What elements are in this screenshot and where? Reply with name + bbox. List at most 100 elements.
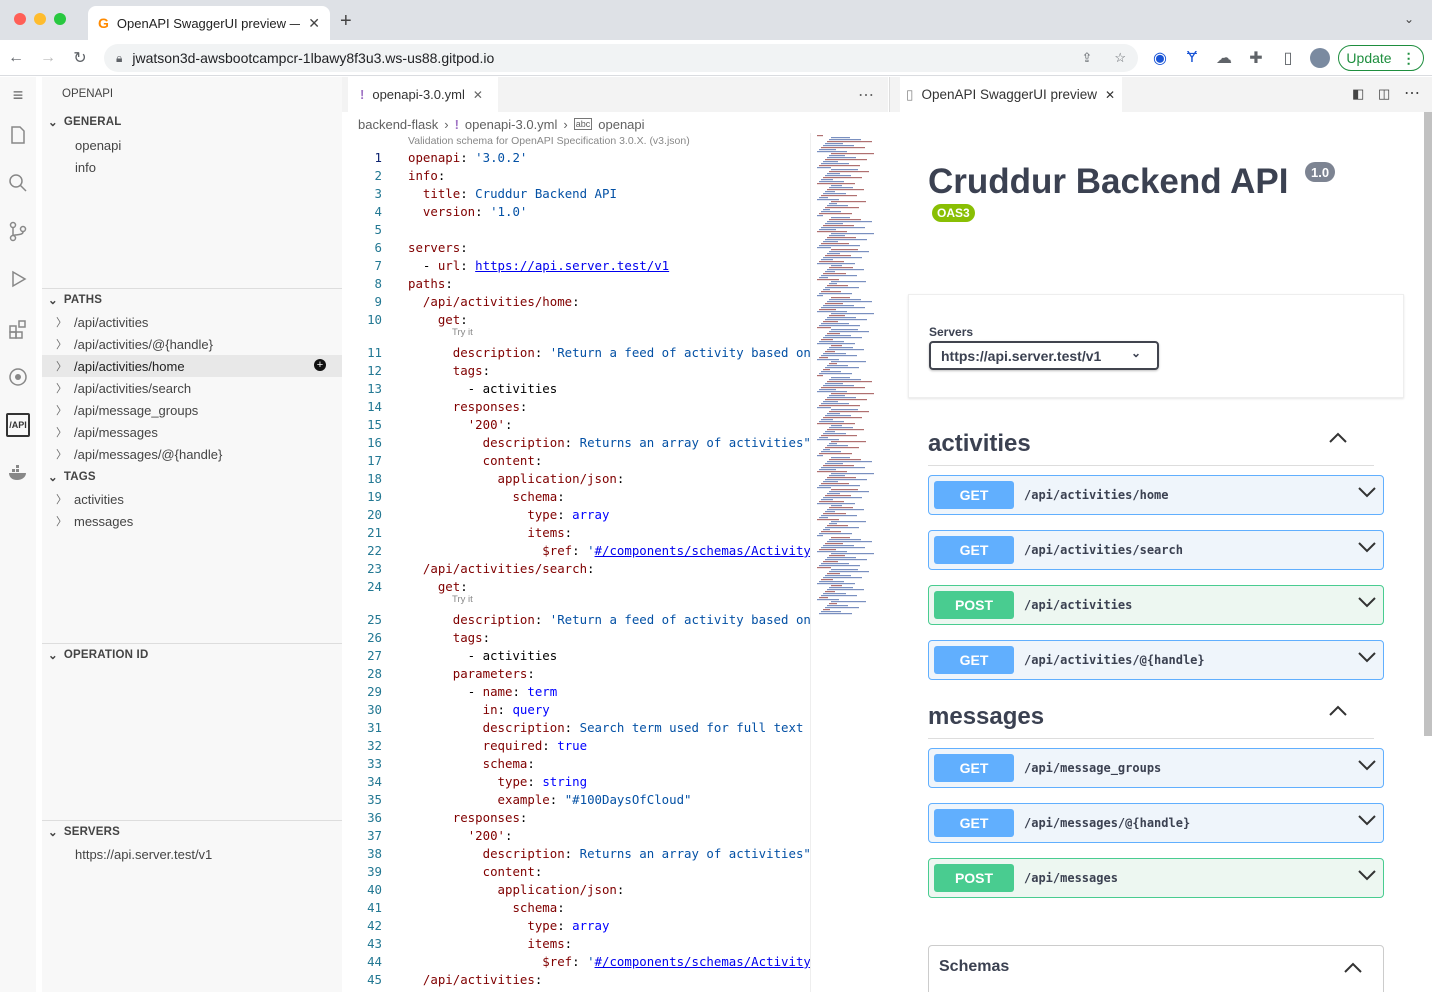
code-line[interactable]: 12 tags: xyxy=(342,362,810,380)
breadcrumb-item[interactable]: openapi-3.0.yml xyxy=(465,117,558,132)
code-line[interactable]: 30 in: query xyxy=(342,701,810,719)
path-item[interactable]: 〉 /api/activities/@{handle} xyxy=(42,333,342,355)
code-line[interactable]: 1 openapi: '3.0.2' xyxy=(342,149,810,167)
operation-get[interactable]: GET/api/activities/home xyxy=(928,475,1384,515)
split-editor-icon[interactable]: ◫ xyxy=(1378,86,1390,102)
code-line[interactable]: 31 description: Search term used for ful… xyxy=(342,719,810,737)
code-line[interactable]: 2 info: xyxy=(342,167,810,185)
code-line[interactable]: 36 responses: xyxy=(342,809,810,827)
menu-icon[interactable]: ≡ xyxy=(6,83,30,107)
code-line[interactable]: 21 items: xyxy=(342,524,810,542)
code-line[interactable]: 18 application/json: xyxy=(342,470,810,488)
close-window-button[interactable] xyxy=(14,13,26,25)
code-line[interactable]: 38 description: Returns an array of acti… xyxy=(342,845,810,863)
code-line[interactable]: 13 - activities xyxy=(342,380,810,398)
close-icon[interactable]: ✕ xyxy=(473,88,483,102)
code-line[interactable]: 8 paths: xyxy=(342,275,810,293)
code-line[interactable]: 4 version: '1.0' xyxy=(342,203,810,221)
tree-item-info[interactable]: info xyxy=(42,156,342,178)
code-line[interactable]: 9 /api/activities/home: xyxy=(342,293,810,311)
chevron-down-icon[interactable] xyxy=(1357,814,1377,829)
code-line[interactable]: 33 schema: xyxy=(342,755,810,773)
share-icon[interactable]: ⇪ xyxy=(1081,50,1092,66)
code-line[interactable]: 19 schema: xyxy=(342,488,810,506)
code-line[interactable]: 43 items: xyxy=(342,935,810,953)
tag-item[interactable]: 〉 messages xyxy=(42,510,342,532)
section-tags[interactable]: ⌄ TAGS xyxy=(42,466,342,488)
operation-post[interactable]: POST/api/activities xyxy=(928,585,1384,625)
minimap[interactable] xyxy=(810,133,876,992)
tag-section-messages[interactable]: messages xyxy=(928,695,1374,739)
section-operation-id[interactable]: ⌄ OPERATION ID xyxy=(42,644,342,666)
code-line[interactable]: 3 title: Cruddur Backend API xyxy=(342,185,810,203)
codelens-schema[interactable]: Validation schema for OpenAPI Specificat… xyxy=(408,135,690,147)
chevron-down-icon[interactable] xyxy=(1357,541,1377,556)
password-manager-icon[interactable]: ◉ xyxy=(1150,48,1170,68)
operation-get[interactable]: GET/api/messages/@{handle} xyxy=(928,803,1384,843)
add-icon[interactable]: + xyxy=(314,359,326,371)
code-line[interactable]: 44 $ref: '#/components/schemas/Activity' xyxy=(342,953,810,971)
schemas-section[interactable]: Schemas xyxy=(928,945,1384,992)
code-line[interactable]: 45 /api/activities: xyxy=(342,971,810,989)
code-line[interactable]: 15 '200': xyxy=(342,416,810,434)
code-line[interactable]: 16 description: Returns an array of acti… xyxy=(342,434,810,452)
code-lines[interactable]: 1 openapi: '3.0.2' 2 info: 3 title: Cruddur … xyxy=(342,149,810,992)
code-line[interactable]: 20 type: array xyxy=(342,506,810,524)
github-icon[interactable] xyxy=(6,365,30,389)
files-icon[interactable] xyxy=(6,123,30,147)
close-icon[interactable]: ✕ xyxy=(308,15,320,32)
new-tab-button[interactable]: + xyxy=(340,10,352,33)
more-actions-icon[interactable]: ⋯ xyxy=(858,85,874,105)
try-it-codelens[interactable]: Try it xyxy=(452,327,473,338)
code-line[interactable]: 11 description: 'Return a feed of activi… xyxy=(342,344,810,362)
breadcrumb-item[interactable]: openapi xyxy=(598,117,644,132)
close-icon[interactable]: ✕ xyxy=(1105,88,1115,102)
path-item[interactable]: 〉 /api/message_groups xyxy=(42,399,342,421)
openapi-icon[interactable]: /API xyxy=(6,413,30,437)
back-icon[interactable]: ← xyxy=(6,48,26,68)
operation-get[interactable]: GET/api/message_groups xyxy=(928,748,1384,788)
sidebar-icon[interactable]: ▯ xyxy=(1278,48,1298,68)
tag-section-activities[interactable]: activities xyxy=(928,422,1374,466)
chevron-down-icon[interactable] xyxy=(1357,486,1377,501)
code-line[interactable]: 6 servers: xyxy=(342,239,810,257)
code-line[interactable]: 29 - name: term xyxy=(342,683,810,701)
path-item[interactable]: 〉 /api/activities/home + xyxy=(42,355,342,377)
reload-icon[interactable]: ↻ xyxy=(70,48,90,68)
tag-item[interactable]: 〉 activities xyxy=(42,488,342,510)
server-select[interactable]: https://api.server.test/v1 ⌄ xyxy=(929,341,1159,370)
browser-tab[interactable]: G OpenAPI SwaggerUI preview — ✕ xyxy=(88,6,330,40)
minimize-window-button[interactable] xyxy=(34,13,46,25)
extensions-icon[interactable] xyxy=(6,317,30,341)
maximize-window-button[interactable] xyxy=(54,13,66,25)
forward-icon[interactable]: → xyxy=(38,48,58,68)
try-it-codelens[interactable]: Try it xyxy=(452,594,473,605)
star-icon[interactable]: ☆ xyxy=(1114,50,1126,66)
server-item[interactable]: https://api.server.test/v1 xyxy=(42,843,342,865)
code-line[interactable]: 39 content: xyxy=(342,863,810,881)
extension-icon[interactable]: Ɏ xyxy=(1182,48,1202,68)
puzzle-icon[interactable]: ✚ xyxy=(1246,48,1266,68)
chevron-down-icon[interactable] xyxy=(1357,869,1377,884)
search-icon[interactable] xyxy=(6,171,30,195)
run-debug-icon[interactable] xyxy=(6,267,30,291)
code-line[interactable]: 42 type: array xyxy=(342,917,810,935)
preview-tab[interactable]: ▯ OpenAPI SwaggerUI preview ✕ xyxy=(900,77,1122,112)
operation-get[interactable]: GET/api/activities/@{handle} xyxy=(928,640,1384,680)
section-paths[interactable]: ⌄ PATHS xyxy=(42,289,342,311)
tree-item-openapi[interactable]: openapi xyxy=(42,134,342,156)
chevron-down-icon[interactable] xyxy=(1357,596,1377,611)
code-line[interactable]: 35 example: "#100DaysOfCloud" xyxy=(342,791,810,809)
code-line[interactable]: 34 type: string xyxy=(342,773,810,791)
section-general[interactable]: ⌄ GENERAL xyxy=(42,111,342,133)
code-line[interactable]: 22 $ref: '#/components/schemas/Activity' xyxy=(342,542,810,560)
code-line[interactable]: 17 content: xyxy=(342,452,810,470)
avatar[interactable] xyxy=(1310,48,1330,68)
code-line[interactable]: 40 application/json: xyxy=(342,881,810,899)
code-line[interactable]: 10 get: xyxy=(342,311,810,329)
more-actions-icon[interactable]: ⋯ xyxy=(1404,83,1420,103)
code-line[interactable]: 28 parameters: xyxy=(342,665,810,683)
operation-get[interactable]: GET/api/activities/search xyxy=(928,530,1384,570)
chevron-down-icon[interactable]: ⌄ xyxy=(1404,12,1414,26)
path-item[interactable]: 〉 /api/activities/search xyxy=(42,377,342,399)
